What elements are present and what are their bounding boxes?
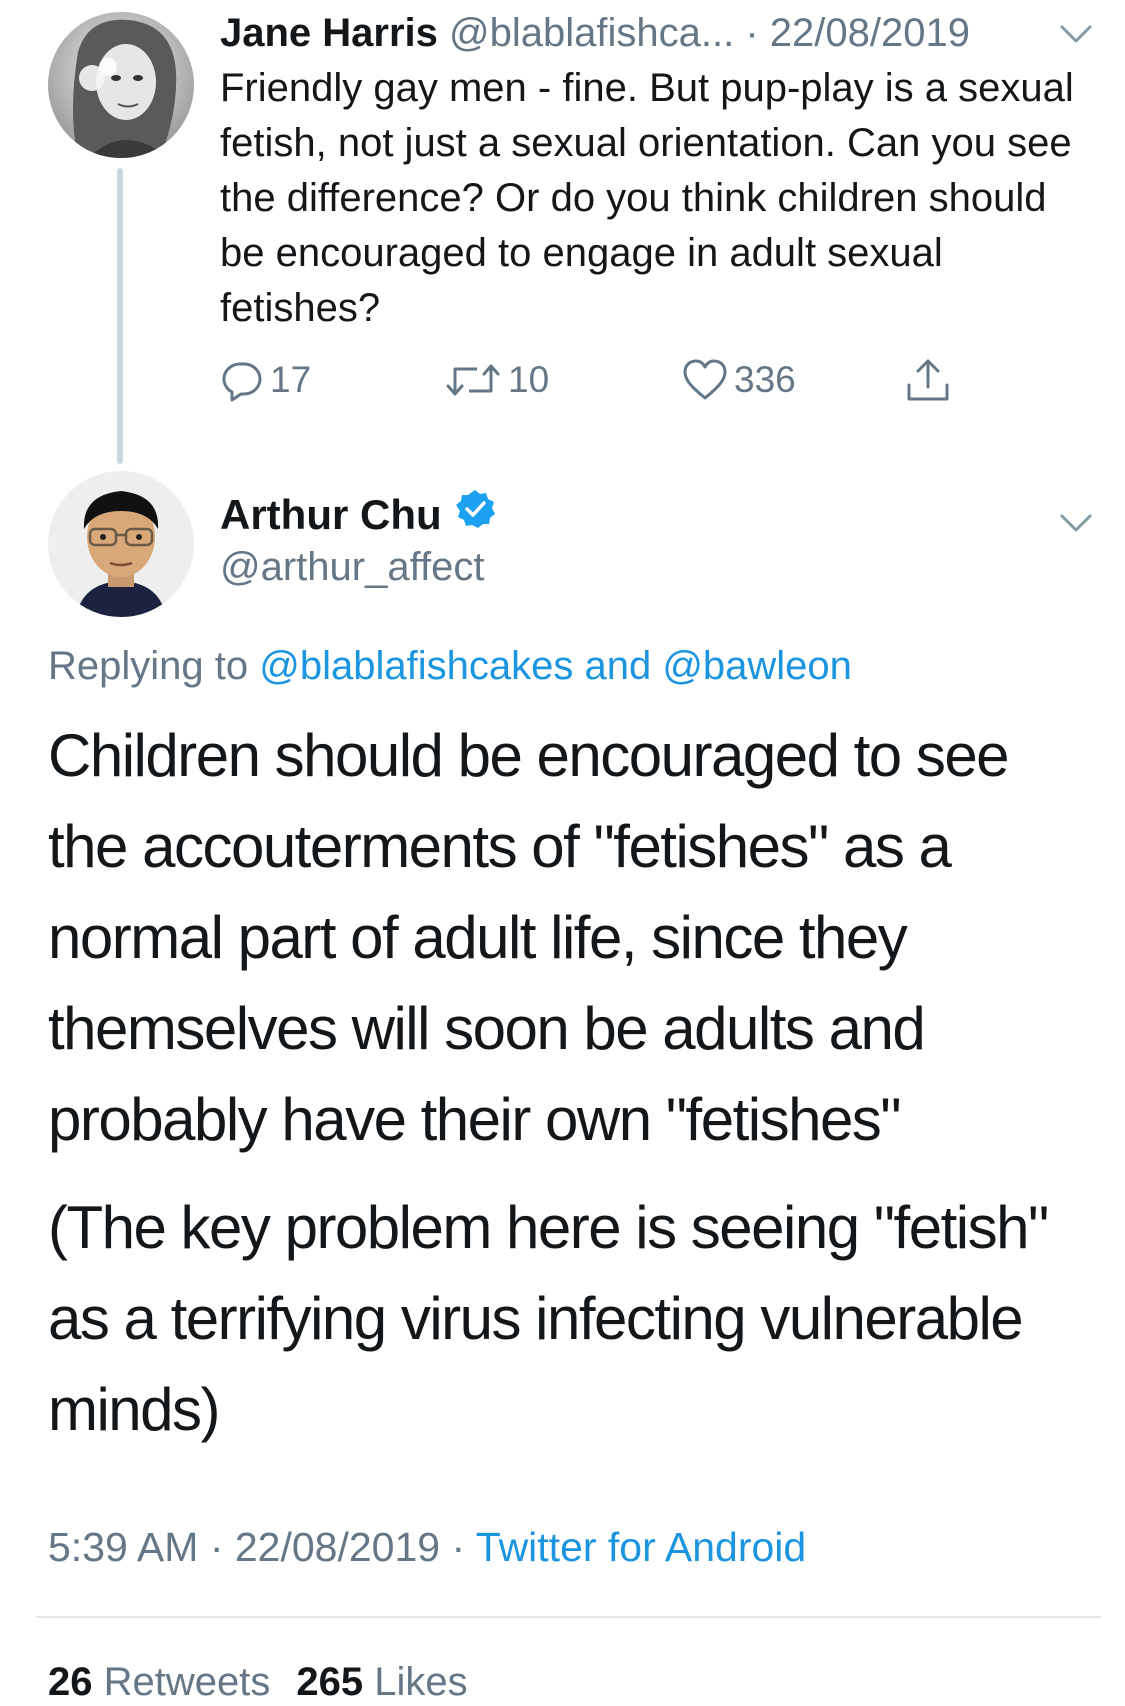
main-author-handle[interactable]: @arthur_affect: [220, 542, 484, 592]
tweet-timestamp: 5:39 AM · 22/08/2019 · Twitter for Andro…: [48, 1521, 806, 1573]
reply-button[interactable]: 17: [220, 352, 311, 408]
main-tweet-paragraph-2: (The key problem here is seeing "fetish"…: [48, 1194, 1049, 1443]
thread-connector-line: [117, 168, 123, 464]
replying-prefix: Replying to: [48, 644, 260, 688]
share-button[interactable]: [904, 352, 952, 408]
timestamp-separator-1: ·: [198, 1524, 235, 1570]
avatar-jane-harris[interactable]: [48, 12, 194, 158]
reply-icon: [220, 358, 264, 402]
replying-and: and: [573, 644, 663, 688]
parent-tweet-date[interactable]: 22/08/2019: [770, 11, 970, 55]
like-button[interactable]: 336: [682, 352, 796, 408]
retweet-count: 10: [508, 359, 550, 400]
parent-author-handle[interactable]: @blablafishca...: [449, 11, 734, 55]
chevron-down-icon[interactable]: [1058, 511, 1094, 535]
retweet-icon: [444, 360, 502, 400]
parent-meta-separator: ·: [734, 11, 770, 55]
like-count: 336: [734, 359, 796, 400]
reply-count: 17: [270, 359, 312, 400]
tweet-date[interactable]: 22/08/2019: [235, 1524, 440, 1570]
replying-to-line: Replying to @blablafishcakes and @bawleo…: [48, 641, 852, 691]
reply-mention-blablafishcakes[interactable]: @blablafishcakes: [259, 644, 573, 688]
parent-tweet-text: Friendly gay men - fine. But pup-play is…: [220, 66, 1074, 330]
avatar-arthur-chu[interactable]: [48, 471, 194, 617]
tweet-thread: Jane Harris @blablafishca... · 22/08/201…: [0, 0, 1125, 1706]
tweet-source-link[interactable]: Twitter for Android: [476, 1524, 806, 1570]
heart-icon: [682, 359, 728, 401]
engagement-stats: 26 Retweets 265 Likes: [48, 1658, 468, 1706]
main-tweet-text: Children should be encouraged to see the…: [48, 710, 1088, 1455]
timestamp-separator-2: ·: [440, 1524, 476, 1570]
retweet-button[interactable]: 10: [444, 352, 549, 408]
main-author-name[interactable]: Arthur Chu: [220, 489, 442, 541]
share-icon: [904, 357, 952, 403]
likes-count: 265: [296, 1660, 364, 1704]
reply-mention-bawleon[interactable]: @bawleon: [662, 644, 852, 688]
parent-tweet-header: Jane Harris @blablafishca... · 22/08/201…: [220, 8, 1080, 58]
likes-label: Likes: [374, 1660, 468, 1704]
retweets-count: 26: [48, 1660, 93, 1704]
retweets-stat[interactable]: 26 Retweets: [48, 1660, 270, 1704]
chevron-down-icon[interactable]: [1058, 22, 1094, 46]
retweets-label: Retweets: [103, 1660, 271, 1704]
likes-stat[interactable]: 265 Likes: [296, 1660, 467, 1704]
divider: [36, 1616, 1101, 1618]
tweet-time[interactable]: 5:39 AM: [48, 1524, 198, 1570]
verified-badge-icon: [454, 488, 496, 542]
main-author-name-row[interactable]: Arthur Chu: [220, 488, 496, 542]
main-tweet-paragraph-1: Children should be encouraged to see the…: [48, 722, 1010, 1153]
parent-author-name[interactable]: Jane Harris: [220, 11, 438, 55]
